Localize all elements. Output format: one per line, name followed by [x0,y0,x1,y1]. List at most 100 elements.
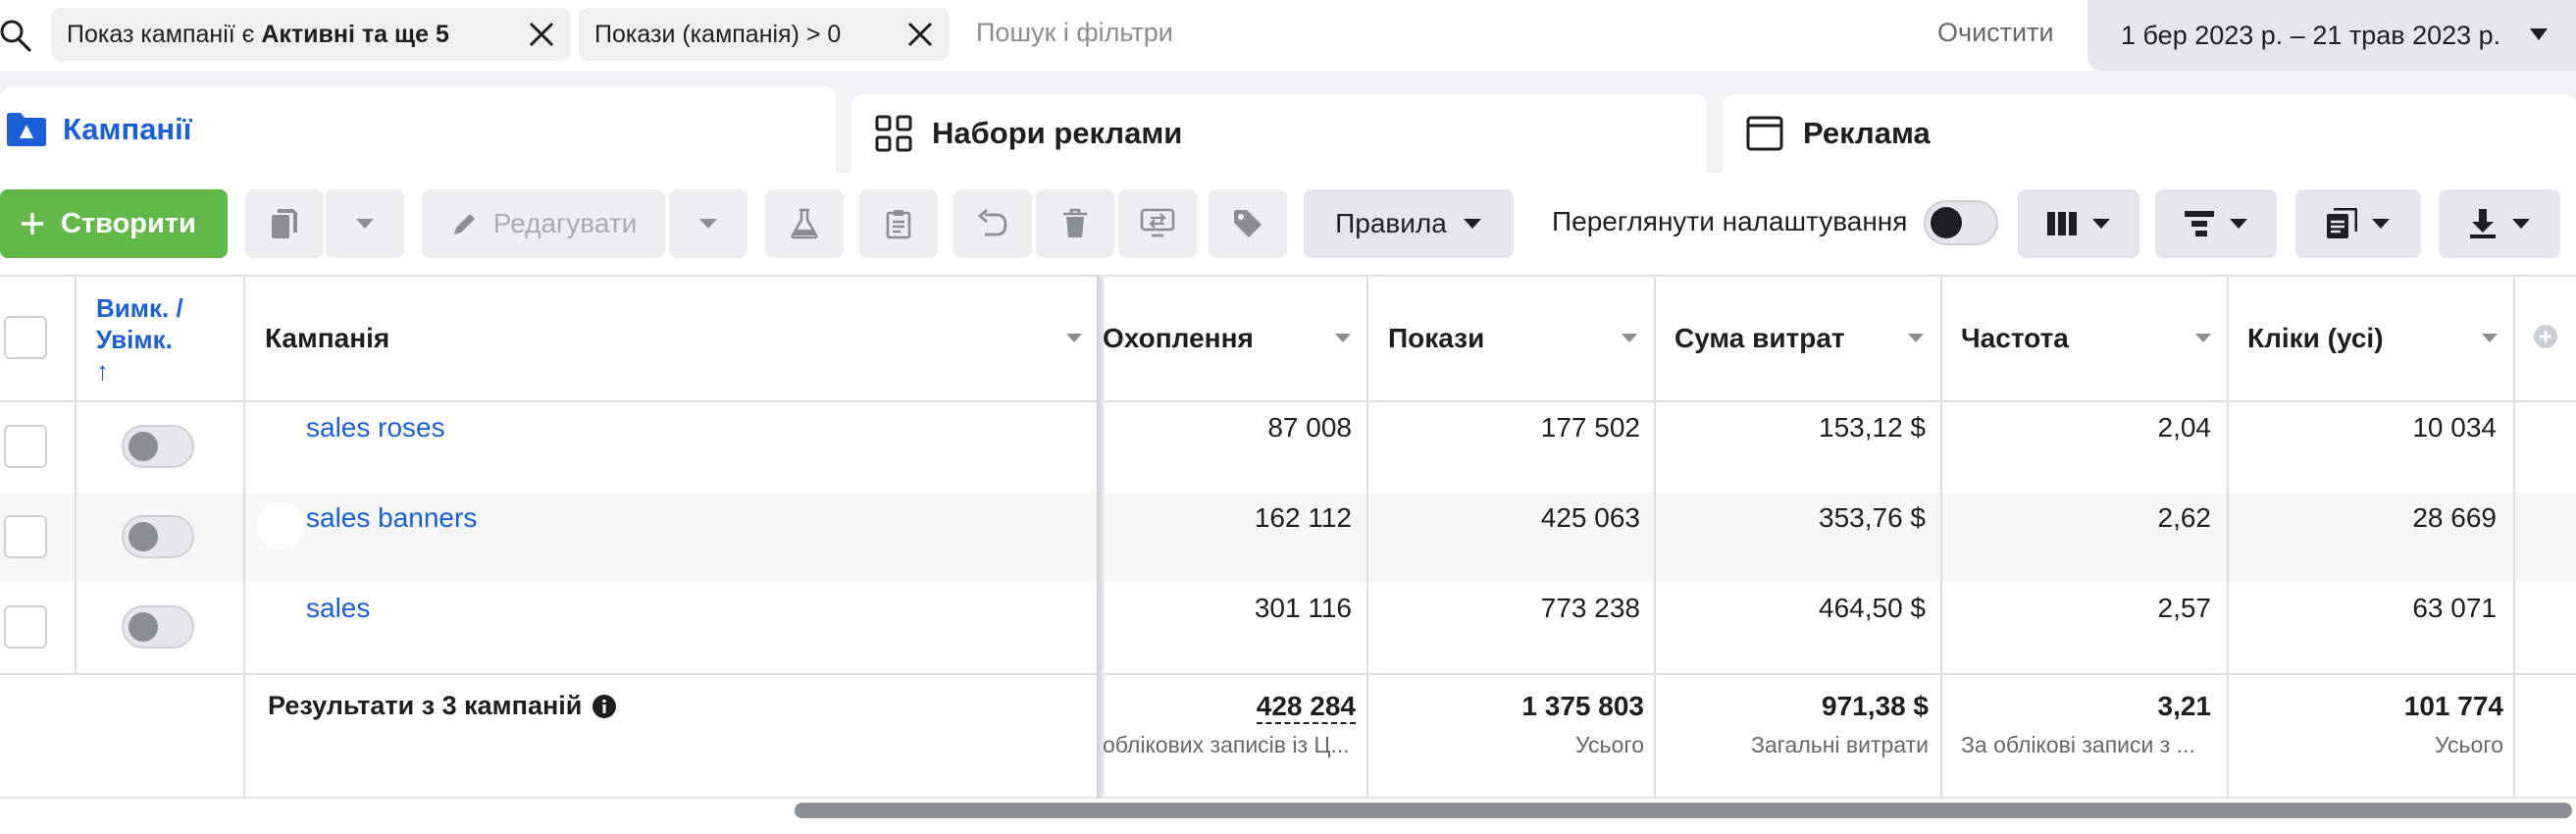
filter-chip-delivery[interactable]: Показ кампанії є Активні та ще 5 [51,8,571,61]
col-divider [2513,275,2515,799]
window-icon [1746,115,1783,152]
rules-label: Правила [1335,208,1447,238]
spend-column-header[interactable]: Сума витрат [1674,323,1845,354]
edit-dropdown-button[interactable] [669,189,747,258]
caret-down-icon [355,218,375,230]
tab-ads[interactable]: Реклама [1723,94,2576,173]
campaign-link[interactable]: sales banners [306,502,477,534]
add-column-icon[interactable] [2533,324,2558,349]
plus-icon [20,211,45,236]
date-range-picker[interactable]: 1 бер 2023 р. – 21 трав 2023 р. [2087,0,2576,71]
row-checkbox[interactable] [4,605,47,649]
edit-button-label: Редагувати [492,208,638,238]
clicks-cell: 63 071 [2412,593,2497,623]
caret-down-icon[interactable] [1065,333,1083,343]
totals-label-text: Результати з 3 кампаній [268,691,583,720]
duplicate-icon [268,207,301,240]
info-icon[interactable] [592,694,617,719]
tab-ad-sets[interactable]: Набори реклами [851,94,1707,173]
total-reach[interactable]: 428 284 [1256,691,1356,724]
export-button[interactable] [2439,189,2560,258]
create-button[interactable]: Створити [0,189,228,258]
total-frequency-subtitle: За облікові записи з ... [1961,732,2195,757]
grid-icon [875,115,912,152]
campaign-toggle[interactable] [122,605,194,649]
breakdown-button[interactable] [2155,189,2277,258]
clicks-column-header[interactable]: Кліки (усі) [2247,323,2384,354]
close-icon[interactable] [528,21,555,48]
caret-down-icon[interactable] [2194,333,2212,343]
pencil-icon [450,209,480,238]
campaign-toggle[interactable] [122,425,194,468]
compare-button[interactable] [1118,189,1197,258]
search-input[interactable]: Пошук і фільтри [976,18,1173,48]
col-divider [2227,275,2229,799]
tab-ads-label: Реклама [1803,116,1931,150]
row-checkbox[interactable] [4,515,47,558]
caret-down-icon[interactable] [1907,333,1925,343]
date-range-label: 1 бер 2023 р. – 21 трав 2023 р. [2121,20,2501,50]
tag-button[interactable] [1209,189,1287,258]
compare-icon [1140,208,1175,239]
caret-down-icon[interactable] [1621,333,1638,343]
table-bottom-border [0,797,2576,799]
caret-down-icon[interactable] [2481,333,2499,343]
review-settings-toggle[interactable] [1924,200,1998,245]
total-spend-subtitle: Загальні витрати [1750,732,1929,757]
toggle-column-header[interactable]: Вимк. / Увімк. ↑ [96,292,214,387]
spend-cell: 464,50 $ [1819,593,1926,623]
total-spend: 971,38 $ [1822,691,1929,721]
trash-icon [1061,208,1089,239]
row-checkbox[interactable] [4,425,47,468]
sort-up-icon: ↑ [96,356,109,386]
caret-down-icon[interactable] [1334,333,1352,343]
reach-cell: 162 112 [1254,502,1352,533]
download-icon [2468,208,2498,239]
clipboard-button[interactable] [859,189,938,258]
ab-test-button[interactable] [765,189,844,258]
flask-icon [790,208,819,239]
caret-down-icon [2529,27,2549,41]
toggle-knob [129,432,158,461]
caret-down-icon [698,218,718,230]
delete-button[interactable] [1036,189,1114,258]
frequency-column-header[interactable]: Частота [1961,323,2069,354]
select-all-checkbox[interactable] [4,316,47,359]
total-frequency: 3,21 [2157,691,2212,721]
reach-column-header[interactable]: Охоплення [1103,323,1254,354]
reports-button[interactable] [2295,189,2421,258]
totals-label: Результати з 3 кампаній [268,691,617,721]
caret-down-icon [2371,218,2391,230]
col-divider [1366,275,1368,799]
breakdown-icon [2184,209,2215,238]
tab-campaigns[interactable]: Кампанії [0,86,836,173]
edit-button[interactable]: Редагувати [422,189,665,258]
undo-button[interactable] [953,189,1032,258]
campaign-column-header[interactable]: Кампанія [265,323,389,354]
total-reach-subtitle: облікових записів із Ц... [1103,732,1350,757]
rules-dropdown[interactable]: Правила [1304,189,1514,258]
filter-chip-impressions[interactable]: Покази (кампанія) > 0 [579,8,950,61]
clicks-cell: 28 669 [2412,502,2497,533]
create-button-label: Створити [61,207,196,239]
tab-campaigns-label: Кампанії [63,112,192,146]
total-clicks: 101 774 [2403,691,2503,721]
filter-chip-delivery-text: Показ кампанії є [67,20,262,48]
campaign-link[interactable]: sales roses [306,412,445,443]
header-bottom-border [0,400,2576,402]
review-settings-label: Переглянути налаштування [1552,206,1908,236]
filter-chip-delivery-value: Активні та ще 5 [261,20,449,48]
undo-icon [977,209,1008,238]
close-icon[interactable] [906,21,934,48]
horizontal-scrollbar[interactable] [795,803,2572,818]
campaign-toggle[interactable] [122,515,194,558]
columns-button[interactable] [2018,189,2139,258]
row-hover-indicator [257,502,304,549]
campaign-link[interactable]: sales [306,593,370,624]
duplicate-dropdown-button[interactable] [326,189,404,258]
duplicate-button[interactable] [245,189,324,258]
impressions-column-header[interactable]: Покази [1388,323,1484,354]
clear-filters-button[interactable]: Очистити [1937,18,2054,48]
col-divider [1654,275,1656,799]
frequency-cell: 2,62 [2157,502,2212,533]
